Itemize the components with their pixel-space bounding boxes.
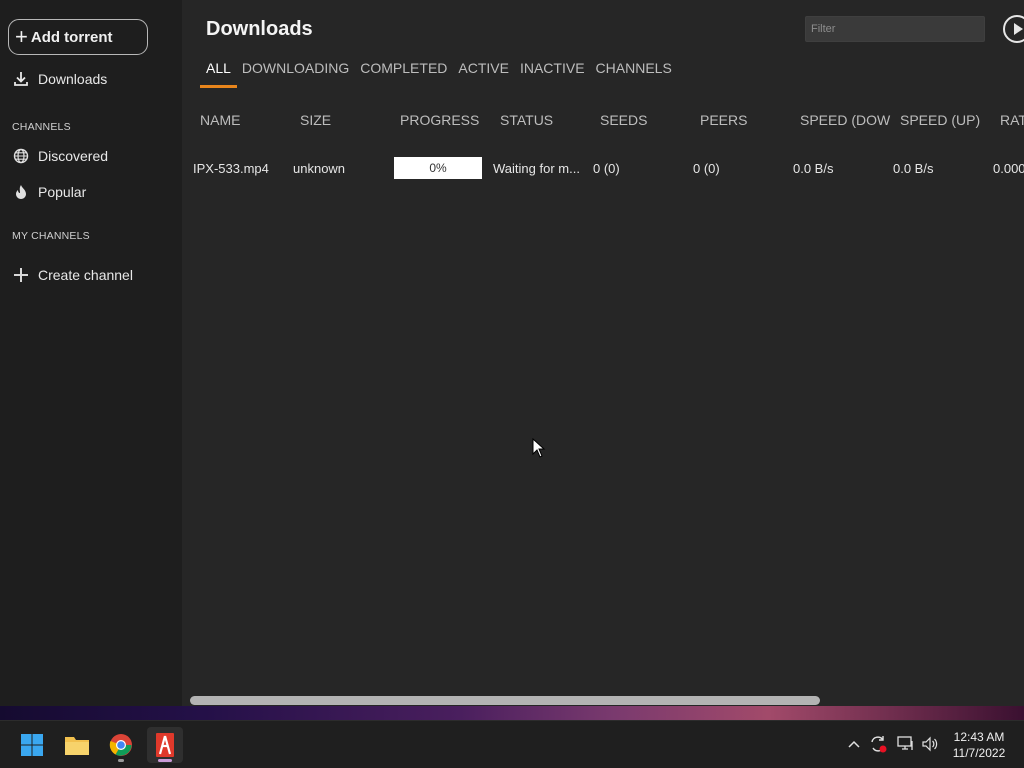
progress-bar: 0% bbox=[394, 157, 482, 179]
taskbar: 12:43 AM 11/7/2022 bbox=[0, 720, 1024, 768]
desktop-wallpaper bbox=[0, 706, 1024, 720]
plus-icon bbox=[12, 266, 30, 284]
cell-status: Waiting for m... bbox=[493, 161, 580, 176]
cell-speed-down: 0.0 B/s bbox=[793, 161, 834, 176]
chrome-icon bbox=[109, 734, 132, 756]
tab-channels[interactable]: CHANNELS bbox=[590, 60, 678, 88]
cell-seeds: 0 (0) bbox=[593, 161, 620, 176]
downloads-page: Downloads ALL DOWNLOADING COMPLETED ACTI… bbox=[190, 0, 1024, 706]
globe-icon bbox=[12, 147, 30, 165]
sidebar-item-discovered[interactable]: Discovered bbox=[12, 147, 108, 165]
windows-icon bbox=[21, 734, 43, 756]
file-explorer-button[interactable] bbox=[59, 727, 95, 763]
folder-icon bbox=[65, 737, 89, 755]
add-torrent-button[interactable]: + Add torrent bbox=[8, 19, 148, 55]
mouse-cursor-icon bbox=[532, 438, 546, 458]
column-header-name[interactable]: NAME bbox=[200, 112, 240, 128]
cell-ratio: 0.000 bbox=[993, 161, 1024, 176]
tribler-window: + Add torrent Downloads CHANNELS Discove… bbox=[0, 0, 1024, 706]
channels-section-heading: CHANNELS bbox=[12, 121, 71, 133]
sidebar-item-popular[interactable]: Popular bbox=[12, 183, 86, 201]
chrome-button[interactable] bbox=[103, 727, 139, 763]
play-button[interactable] bbox=[1003, 15, 1024, 43]
play-icon bbox=[1014, 23, 1023, 35]
tribler-button[interactable] bbox=[147, 727, 183, 763]
sidebar-item-label: Popular bbox=[38, 184, 87, 200]
column-header-peers[interactable]: PEERS bbox=[700, 112, 747, 128]
tab-active[interactable]: ACTIVE bbox=[452, 60, 515, 88]
clock-date: 11/7/2022 bbox=[952, 746, 1006, 760]
column-header-progress[interactable]: PROGRESS bbox=[400, 112, 479, 128]
column-header-speed-down[interactable]: SPEED (DOW bbox=[800, 112, 890, 128]
cell-peers: 0 (0) bbox=[693, 161, 720, 176]
page-title: Downloads bbox=[206, 18, 313, 40]
tab-completed[interactable]: COMPLETED bbox=[354, 60, 453, 88]
start-button[interactable] bbox=[14, 727, 50, 763]
column-header-seeds[interactable]: SEEDS bbox=[600, 112, 647, 128]
flame-icon bbox=[12, 183, 30, 201]
add-torrent-label: Add torrent bbox=[30, 28, 113, 46]
clock[interactable]: 12:43 AM 11/7/2022 bbox=[946, 729, 1012, 761]
volume-icon[interactable] bbox=[920, 734, 940, 754]
cell-speed-up: 0.0 B/s bbox=[893, 161, 934, 176]
cell-size: unknown bbox=[293, 161, 346, 176]
sidebar-item-downloads[interactable]: Downloads bbox=[12, 70, 107, 88]
sidebar-item-label: Create channel bbox=[38, 267, 133, 283]
column-header-ratio[interactable]: RAT bbox=[1000, 112, 1024, 128]
running-indicator bbox=[118, 759, 124, 762]
sidebar-item-create-channel[interactable]: Create channel bbox=[12, 266, 133, 284]
tab-all[interactable]: ALL bbox=[200, 60, 237, 88]
tab-downloading[interactable]: DOWNLOADING bbox=[236, 60, 355, 88]
filter-input[interactable] bbox=[805, 16, 985, 42]
table-row[interactable]: IPX-533.mp4 unknown 0% Waiting for m... … bbox=[190, 156, 1024, 182]
column-header-status[interactable]: STATUS bbox=[500, 112, 553, 128]
sidebar: + Add torrent Downloads CHANNELS Discove… bbox=[0, 0, 182, 706]
sidebar-item-label: Downloads bbox=[38, 71, 108, 87]
show-hidden-icons-chevron-up-icon[interactable] bbox=[844, 734, 864, 754]
network-icon[interactable] bbox=[896, 734, 916, 754]
column-header-speed-up[interactable]: SPEED (UP) bbox=[900, 112, 980, 128]
cell-name: IPX-533.mp4 bbox=[193, 161, 269, 176]
horizontal-scrollbar[interactable] bbox=[190, 696, 820, 705]
tribler-icon bbox=[156, 733, 174, 757]
clock-time: 12:43 AM bbox=[953, 730, 1005, 744]
sidebar-item-label: Discovered bbox=[38, 148, 109, 164]
column-header-size[interactable]: SIZE bbox=[300, 112, 331, 128]
sync-icon[interactable] bbox=[868, 734, 888, 754]
download-filter-tabs: ALL DOWNLOADING COMPLETED ACTIVE INACTIV… bbox=[200, 60, 677, 88]
tab-inactive[interactable]: INACTIVE bbox=[514, 60, 591, 88]
download-icon bbox=[12, 70, 30, 88]
my-channels-section-heading: MY CHANNELS bbox=[12, 230, 90, 242]
plus-icon: + bbox=[15, 24, 28, 49]
active-app-indicator bbox=[158, 759, 172, 762]
